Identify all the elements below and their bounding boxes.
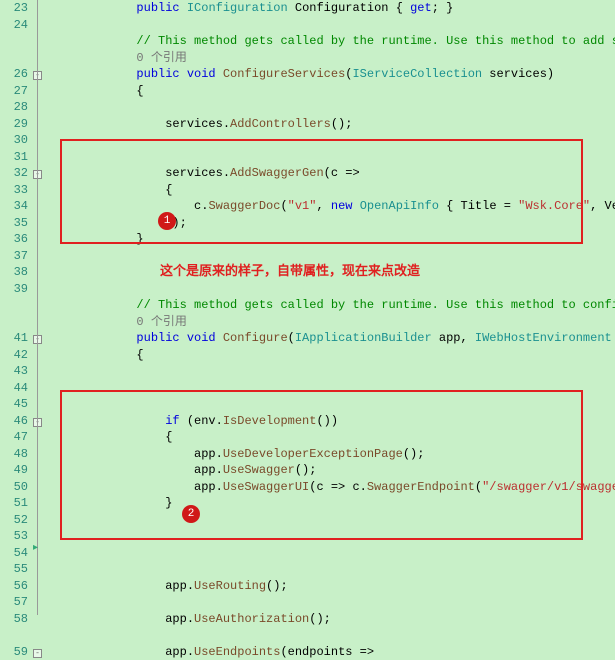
line-number: 44 bbox=[0, 380, 28, 397]
line-number: 30 bbox=[0, 132, 28, 149]
code-line[interactable]: app.UseSwagger(); bbox=[50, 462, 615, 479]
code-line[interactable]: { bbox=[50, 83, 615, 100]
code-line[interactable]: app.UseDeveloperExceptionPage(); bbox=[50, 446, 615, 463]
code-area[interactable]: public IConfiguration Configuration { ge… bbox=[46, 0, 615, 615]
line-number: 55 bbox=[0, 561, 28, 578]
bookmark-icon: ▸ bbox=[33, 542, 45, 554]
code-line[interactable]: }); bbox=[50, 215, 615, 232]
fold-toggle-icon[interactable]: - bbox=[33, 649, 42, 658]
line-number: 23 bbox=[0, 0, 28, 17]
annotation-text: 这个是原来的样子，自带属性，现在来点改造 bbox=[160, 260, 420, 279]
code-line[interactable] bbox=[50, 561, 615, 578]
code-line[interactable]: } bbox=[50, 231, 615, 248]
line-number: 34 bbox=[0, 198, 28, 215]
line-number: 26 bbox=[0, 66, 28, 83]
code-line[interactable]: { bbox=[50, 347, 615, 364]
code-line[interactable] bbox=[50, 17, 615, 34]
code-line[interactable] bbox=[50, 380, 615, 397]
line-number: 51 bbox=[0, 495, 28, 512]
code-line[interactable]: // This method gets called by the runtim… bbox=[50, 33, 615, 50]
line-number: 35 bbox=[0, 215, 28, 232]
code-line[interactable]: app.UseEndpoints(endpoints => bbox=[50, 644, 615, 660]
line-number: 41 bbox=[0, 330, 28, 347]
code-line[interactable]: { bbox=[50, 429, 615, 446]
code-line[interactable]: public void Configure(IApplicationBuilde… bbox=[50, 330, 615, 347]
line-number: 33 bbox=[0, 182, 28, 199]
line-number: 47 bbox=[0, 429, 28, 446]
code-line[interactable]: app.UseRouting(); bbox=[50, 578, 615, 595]
line-number: 31 bbox=[0, 149, 28, 166]
code-line[interactable]: services.AddSwaggerGen(c => bbox=[50, 165, 615, 182]
code-line[interactable] bbox=[50, 594, 615, 611]
badge-2: 2 bbox=[182, 505, 200, 523]
line-number: 46 bbox=[0, 413, 28, 430]
line-number: 38 bbox=[0, 264, 28, 281]
line-number: 53 bbox=[0, 528, 28, 545]
line-number: 43 bbox=[0, 363, 28, 380]
code-line[interactable] bbox=[50, 396, 615, 413]
line-number bbox=[0, 50, 28, 67]
code-line[interactable] bbox=[50, 281, 615, 298]
line-number: 24 bbox=[0, 17, 28, 34]
line-number bbox=[0, 33, 28, 50]
badge-1: 1 bbox=[158, 212, 176, 230]
line-number: 54 bbox=[0, 545, 28, 562]
code-line[interactable] bbox=[50, 545, 615, 562]
code-line[interactable]: 0 个引用 bbox=[50, 50, 615, 67]
code-line[interactable]: public IConfiguration Configuration { ge… bbox=[50, 0, 615, 17]
line-number: 52 bbox=[0, 512, 28, 529]
code-line[interactable] bbox=[50, 512, 615, 529]
code-line[interactable] bbox=[50, 149, 615, 166]
code-line[interactable]: app.UseAuthorization(); bbox=[50, 611, 615, 628]
line-number bbox=[0, 314, 28, 331]
code-line[interactable]: 0 个引用 bbox=[50, 314, 615, 331]
code-editor[interactable]: 2324 2627282930313233343536373839 41424344… bbox=[0, 0, 615, 615]
code-line[interactable]: { bbox=[50, 182, 615, 199]
code-line[interactable]: c.SwaggerDoc("v1", new OpenApiInfo { Tit… bbox=[50, 198, 615, 215]
code-line[interactable] bbox=[50, 363, 615, 380]
line-number: 56 bbox=[0, 578, 28, 595]
line-number: 48 bbox=[0, 446, 28, 463]
line-number: 45 bbox=[0, 396, 28, 413]
line-number: 59 bbox=[0, 644, 28, 660]
line-number: 50 bbox=[0, 479, 28, 496]
code-line[interactable] bbox=[50, 99, 615, 116]
code-line[interactable] bbox=[50, 528, 615, 545]
line-number: 37 bbox=[0, 248, 28, 265]
code-line[interactable] bbox=[50, 627, 615, 644]
code-line[interactable]: app.UseSwaggerUI(c => c.SwaggerEndpoint(… bbox=[50, 479, 615, 496]
line-number: 27 bbox=[0, 83, 28, 100]
code-line[interactable]: public void ConfigureServices(IServiceCo… bbox=[50, 66, 615, 83]
code-line[interactable]: if (env.IsDevelopment()) bbox=[50, 413, 615, 430]
code-line[interactable]: } bbox=[50, 495, 615, 512]
line-number bbox=[0, 297, 28, 314]
line-number: 32 bbox=[0, 165, 28, 182]
line-number: 58 bbox=[0, 611, 28, 628]
line-number: 29 bbox=[0, 116, 28, 133]
line-number: 28 bbox=[0, 99, 28, 116]
fold-column[interactable]: ----- bbox=[32, 0, 46, 615]
code-line[interactable] bbox=[50, 132, 615, 149]
line-number: 36 bbox=[0, 231, 28, 248]
line-number: 49 bbox=[0, 462, 28, 479]
code-line[interactable]: services.AddControllers(); bbox=[50, 116, 615, 133]
line-number bbox=[0, 627, 28, 644]
line-number-gutter: 2324 2627282930313233343536373839 41424344… bbox=[0, 0, 32, 615]
code-line[interactable]: // This method gets called by the runtim… bbox=[50, 297, 615, 314]
line-number: 42 bbox=[0, 347, 28, 364]
line-number: 39 bbox=[0, 281, 28, 298]
line-number: 57 bbox=[0, 594, 28, 611]
